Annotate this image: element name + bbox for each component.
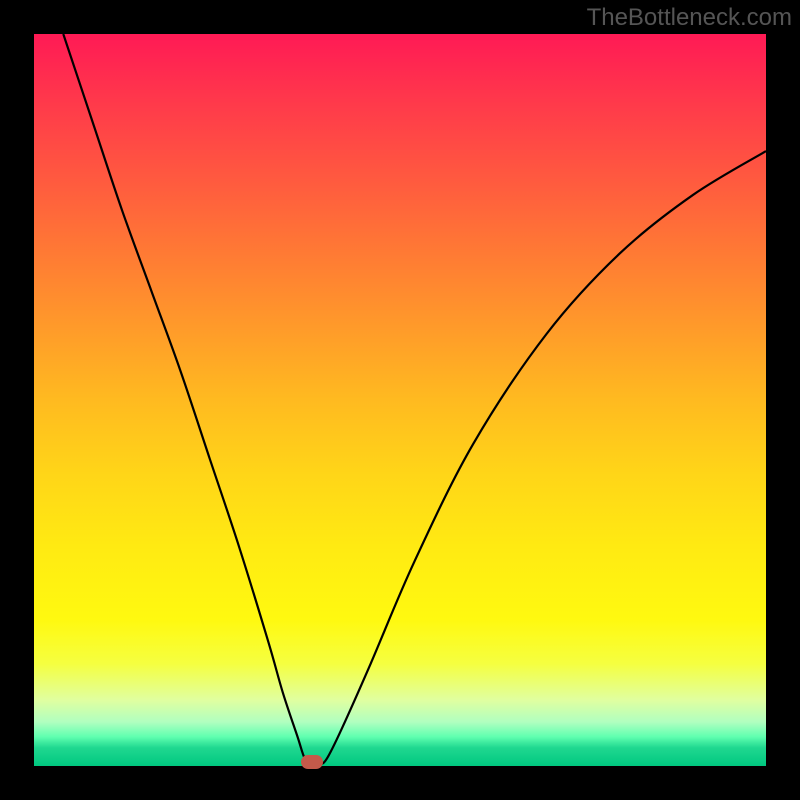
chart-plot-area: [34, 34, 766, 766]
optimal-point-marker: [301, 755, 323, 769]
bottleneck-curve: [63, 34, 766, 765]
watermark-text: TheBottleneck.com: [587, 4, 792, 32]
curve-svg: [34, 34, 766, 766]
